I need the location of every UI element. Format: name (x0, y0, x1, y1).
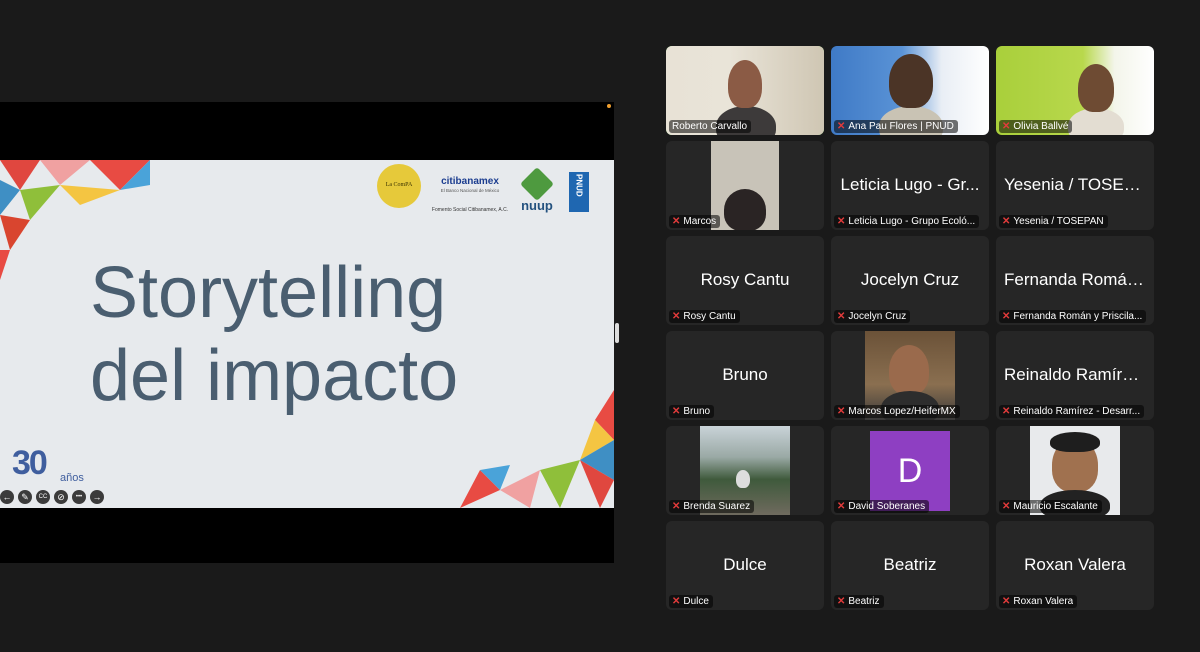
participant-name-label: ✕ Olivia Ballvé (999, 120, 1073, 133)
participant-name-label: ✕ Brenda Suarez (669, 500, 755, 513)
participant-name-label: ✕ Mauricio Escalante (999, 500, 1102, 513)
panel-resize-handle[interactable] (615, 323, 619, 343)
participant-display-name: Dulce (723, 555, 767, 574)
participant-name-label: ✕ Leticia Lugo - Grupo Ecoló... (834, 215, 980, 228)
mic-muted-icon: ✕ (1002, 311, 1011, 322)
avatar: D (870, 431, 950, 511)
slide-title: Storytelling del impacto (90, 253, 459, 416)
anniversary-logo: 30 años (12, 444, 84, 484)
mic-muted-icon: ✕ (1002, 121, 1011, 132)
mic-muted-icon: ✕ (837, 501, 846, 512)
mic-muted-icon: ✕ (672, 596, 681, 607)
participant-tile[interactable]: ✕ Marcos (666, 141, 824, 230)
recording-indicator (607, 104, 611, 108)
participant-name-label: ✕ Fernanda Román y Priscila... (999, 310, 1147, 323)
participant-display-name: Fernanda Román... (1004, 270, 1151, 289)
presentation-slide: La ComPA citibanamex El Banco Nacional d… (0, 160, 614, 508)
mic-muted-icon: ✕ (1002, 216, 1011, 227)
participant-display-name: Yesenia / TOSEP... (1004, 175, 1148, 194)
more-options-button[interactable]: ••• (72, 490, 86, 504)
participant-name-label: ✕ Dulce (669, 595, 713, 608)
next-slide-button[interactable]: → (90, 490, 104, 504)
participant-tile[interactable]: Roberto Carvallo (666, 46, 824, 135)
mic-muted-icon: ✕ (672, 406, 681, 417)
participant-tile[interactable]: ✕ Brenda Suarez (666, 426, 824, 515)
participant-tile[interactable]: Leticia Lugo - Gr... ✕ Leticia Lugo - Gru… (831, 141, 989, 230)
shared-screen: La ComPA citibanamex El Banco Nacional d… (0, 102, 614, 563)
undp-logo: PNUD (569, 172, 589, 212)
mic-muted-icon: ✕ (837, 406, 846, 417)
nuup-logo: nuup (520, 167, 554, 213)
participant-tile[interactable]: ✕ Ana Pau Flores | PNUD (831, 46, 989, 135)
participant-display-name: Roxan Valera (1024, 555, 1126, 574)
mic-muted-icon: ✕ (672, 311, 681, 322)
participant-name-label: ✕ Marcos (669, 215, 721, 228)
participant-tile[interactable]: Jocelyn Cruz ✕ Jocelyn Cruz (831, 236, 989, 325)
participant-tile[interactable]: Roxan Valera ✕ Roxan Valera (996, 521, 1154, 610)
participant-name-label: ✕ Roxan Valera (999, 595, 1078, 608)
participant-name-label: ✕ Beatriz (834, 595, 884, 608)
participant-name-label: Roberto Carvallo (669, 120, 752, 133)
video-off-icon[interactable]: ⊘ (54, 490, 68, 504)
participant-name-label: ✕ Reinaldo Ramírez - Desarr... (999, 405, 1145, 418)
mic-muted-icon: ✕ (837, 216, 846, 227)
participant-display-name: Jocelyn Cruz (860, 270, 960, 289)
participant-name-label: ✕ Rosy Cantu (669, 310, 740, 323)
mic-muted-icon: ✕ (1002, 406, 1011, 417)
participant-name-label: ✕ Bruno (669, 405, 715, 418)
participant-tile[interactable]: Bruno ✕ Bruno (666, 331, 824, 420)
mic-muted-icon: ✕ (1002, 501, 1011, 512)
participant-display-name: Reinaldo Ramírez... (1004, 365, 1154, 384)
participant-tile[interactable]: Dulce ✕ Dulce (666, 521, 824, 610)
citibanamex-logo: citibanamex El Banco Nacional de México … (431, 176, 509, 213)
participant-tile[interactable]: D ✕ David Soberanes (831, 426, 989, 515)
pen-icon[interactable]: ✎ (18, 490, 32, 504)
mic-muted-icon: ✕ (672, 501, 681, 512)
participant-tile[interactable]: Rosy Cantu ✕ Rosy Cantu (666, 236, 824, 325)
participant-tile[interactable]: ✕ Olivia Ballvé (996, 46, 1154, 135)
participant-display-name: Rosy Cantu (700, 270, 790, 289)
mic-muted-icon: ✕ (837, 311, 846, 322)
participant-name-label: ✕ David Soberanes (834, 500, 930, 513)
participant-tile[interactable]: Fernanda Román... ✕ Fernanda Román y Pris… (996, 236, 1154, 325)
participant-tile[interactable]: ✕ Mauricio Escalante (996, 426, 1154, 515)
participant-display-name: Beatriz (883, 555, 937, 574)
mic-muted-icon: ✕ (837, 596, 846, 607)
participant-name-label: ✕ Jocelyn Cruz (834, 310, 911, 323)
participant-display-name: Leticia Lugo - Gr... (840, 175, 980, 194)
participant-name-label: ✕ Ana Pau Flores | PNUD (834, 120, 958, 133)
mic-muted-icon: ✕ (672, 216, 681, 227)
participant-tile[interactable]: ✕ Marcos Lopez/HeiferMX (831, 331, 989, 420)
la-compa-logo: La ComPA (377, 164, 421, 208)
participant-name-label: ✕ Yesenia / TOSEPAN (999, 215, 1108, 228)
mic-muted-icon: ✕ (1002, 596, 1011, 607)
participant-tile[interactable]: Reinaldo Ramírez... ✕ Reinaldo Ramírez - … (996, 331, 1154, 420)
participant-tile[interactable]: Beatriz ✕ Beatriz (831, 521, 989, 610)
mic-muted-icon: ✕ (837, 121, 846, 132)
captions-button[interactable]: CC (36, 490, 50, 504)
participant-tile[interactable]: Yesenia / TOSEP... ✕ Yesenia / TOSEPAN (996, 141, 1154, 230)
slide-toolbar: ← ✎ CC ⊘ ••• → (0, 490, 104, 504)
participant-name-label: ✕ Marcos Lopez/HeiferMX (834, 405, 960, 418)
prev-slide-button[interactable]: ← (0, 490, 14, 504)
participant-display-name: Bruno (722, 365, 768, 384)
